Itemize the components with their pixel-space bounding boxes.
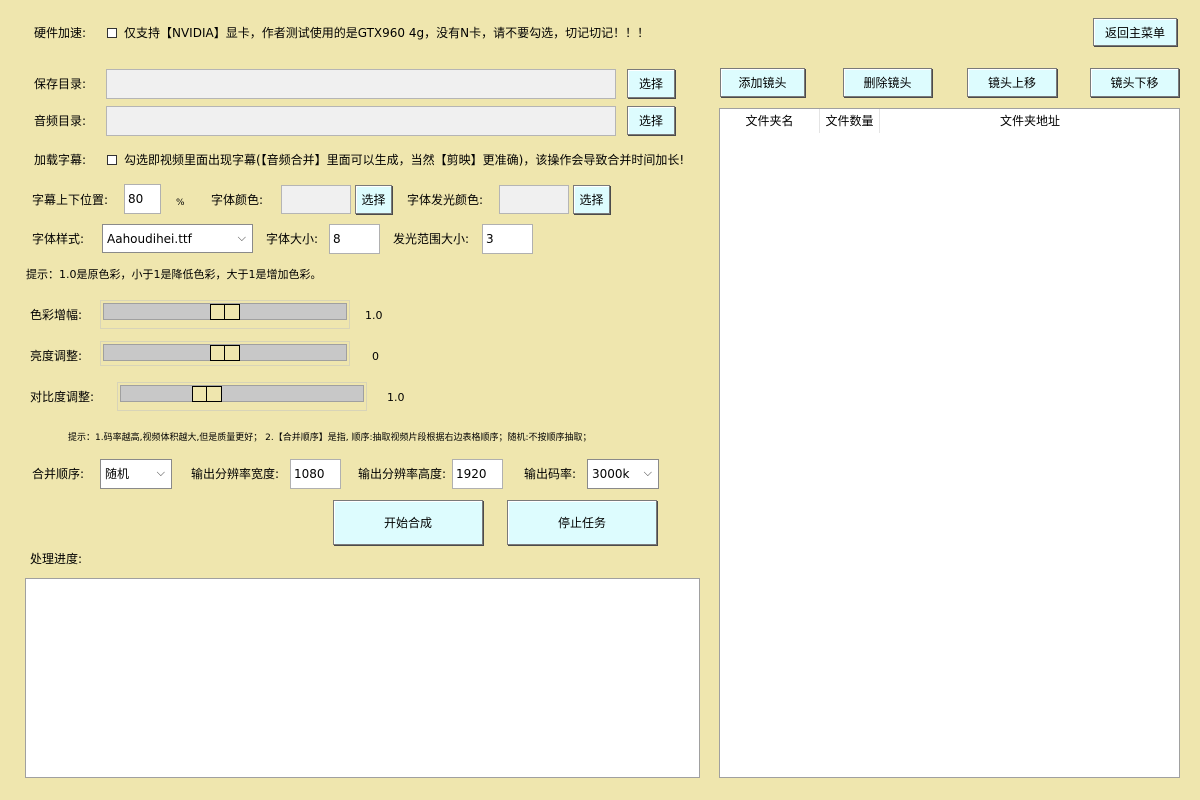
- output-width-input[interactable]: 1080: [290, 459, 341, 489]
- subtitle-label: 加载字幕:: [34, 153, 87, 167]
- hardware-accel-label: 硬件加速:: [34, 26, 87, 40]
- saturation-slider-thumb[interactable]: [210, 304, 240, 320]
- font-color-select-button[interactable]: 选择: [355, 185, 392, 214]
- contrast-slider-thumb[interactable]: [192, 386, 222, 402]
- bitrate-label: 输出码率:: [524, 467, 577, 481]
- output-height-input[interactable]: 1920: [452, 459, 503, 489]
- chevron-down-icon: ⌵: [156, 466, 165, 479]
- hardware-accel-checkbox[interactable]: [107, 28, 117, 38]
- saturation-value: 1.0: [365, 309, 383, 322]
- delete-shot-button[interactable]: 删除镜头: [843, 68, 932, 97]
- back-to-main-menu-button[interactable]: 返回主菜单: [1093, 18, 1177, 46]
- font-color-preview: [281, 185, 351, 214]
- move-shot-down-button[interactable]: 镜头下移: [1090, 68, 1179, 97]
- font-color-label: 字体颜色:: [211, 193, 264, 207]
- start-merge-button[interactable]: 开始合成: [333, 500, 483, 545]
- column-header-file-count[interactable]: 文件数量: [820, 109, 880, 133]
- contrast-slider[interactable]: [117, 382, 367, 411]
- font-size-label: 字体大小:: [266, 232, 319, 246]
- saturation-slider[interactable]: [100, 300, 350, 329]
- column-header-folder-path[interactable]: 文件夹地址: [880, 109, 1180, 133]
- folder-table[interactable]: 文件夹名 文件数量 文件夹地址: [719, 108, 1180, 778]
- bitrate-hint-text: 提示：1.码率越高,视频体积越大,但是质量更好； 2.【合并顺序】是指, 顺序:…: [68, 433, 592, 443]
- move-shot-up-button[interactable]: 镜头上移: [967, 68, 1057, 97]
- font-size-input[interactable]: 8: [329, 224, 380, 254]
- bitrate-select[interactable]: 3000k ⌵: [587, 459, 659, 489]
- add-shot-button[interactable]: 添加镜头: [720, 68, 805, 97]
- glow-color-label: 字体发光颜色:: [407, 193, 484, 207]
- subtitle-position-label: 字幕上下位置:: [32, 193, 109, 207]
- bitrate-value: 3000k: [592, 467, 630, 481]
- brightness-slider[interactable]: [100, 341, 350, 366]
- hardware-accel-text: 仅支持【NVIDIA】显卡，作者测试使用的是GTX960 4g，没有N卡，请不要…: [124, 26, 650, 40]
- merge-order-value: 随机: [105, 467, 130, 481]
- brightness-label: 亮度调整:: [30, 349, 83, 363]
- contrast-slider-track: [120, 385, 364, 402]
- font-style-select[interactable]: Aahoudihei.ttf ⌵: [102, 224, 253, 253]
- glow-size-input[interactable]: 3: [482, 224, 533, 254]
- color-hint-text: 提示：1.0是原色彩，小于1是降低色彩，大于1是增加色彩。: [26, 268, 322, 281]
- progress-log[interactable]: [25, 578, 700, 778]
- subtitle-checkbox[interactable]: [107, 155, 117, 165]
- saturation-label: 色彩增幅:: [30, 308, 83, 322]
- subtitle-position-unit: %: [176, 198, 185, 208]
- brightness-slider-thumb[interactable]: [210, 345, 240, 361]
- column-header-folder-name[interactable]: 文件夹名: [720, 109, 820, 133]
- save-dir-field[interactable]: [106, 69, 616, 99]
- save-dir-select-button[interactable]: 选择: [627, 69, 675, 98]
- output-width-label: 输出分辨率宽度:: [191, 467, 280, 481]
- save-dir-label: 保存目录:: [34, 77, 87, 91]
- subtitle-text: 勾选即视频里面出现字幕(【音频合并】里面可以生成，当然【剪映】更准确)，该操作会…: [124, 153, 685, 167]
- glow-color-preview: [499, 185, 569, 214]
- merge-order-select[interactable]: 随机 ⌵: [100, 459, 172, 489]
- output-height-label: 输出分辨率高度:: [358, 467, 447, 481]
- chevron-down-icon: ⌵: [643, 466, 652, 479]
- audio-dir-field[interactable]: [106, 106, 616, 136]
- font-style-value: Aahoudihei.ttf: [107, 232, 192, 246]
- stop-task-button[interactable]: 停止任务: [507, 500, 657, 545]
- brightness-value: 0: [372, 350, 379, 363]
- contrast-label: 对比度调整:: [30, 390, 95, 404]
- audio-dir-select-button[interactable]: 选择: [627, 106, 675, 135]
- merge-order-label: 合并顺序:: [32, 467, 85, 481]
- font-style-label: 字体样式:: [32, 232, 85, 246]
- contrast-value: 1.0: [387, 391, 405, 404]
- audio-dir-label: 音频目录:: [34, 114, 87, 128]
- glow-size-label: 发光范围大小:: [393, 232, 470, 246]
- chevron-down-icon: ⌵: [237, 231, 246, 244]
- subtitle-position-input[interactable]: 80: [124, 184, 161, 214]
- glow-color-select-button[interactable]: 选择: [573, 185, 610, 214]
- progress-label: 处理进度:: [30, 552, 83, 566]
